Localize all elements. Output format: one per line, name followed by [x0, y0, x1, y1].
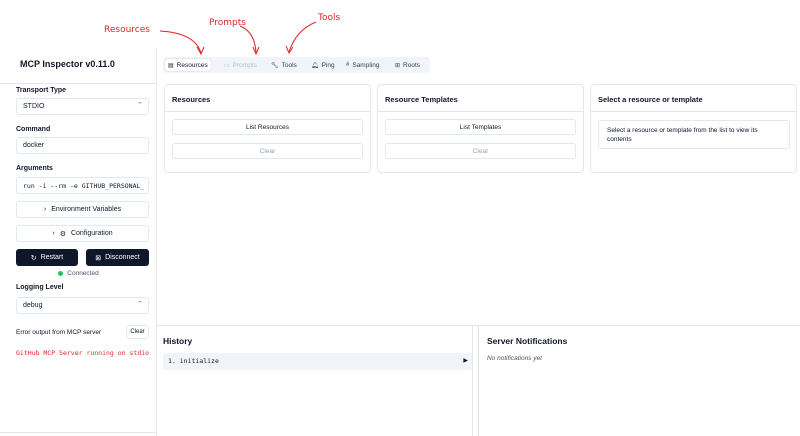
- restart-label: Restart: [40, 254, 64, 261]
- notifications-title: Server Notifications: [487, 336, 568, 346]
- clear-templates-button[interactable]: Clear: [385, 143, 576, 159]
- transport-select[interactable]: STDIO ⌃: [16, 98, 149, 115]
- logging-select[interactable]: debug ⌃: [16, 297, 149, 314]
- detail-message: Select a resource or template from the l…: [598, 120, 790, 149]
- card-divider: [165, 111, 370, 112]
- configuration-button[interactable]: › ⚙ Configuration: [16, 225, 149, 242]
- resources-card: Resources List Resources Clear: [164, 84, 371, 173]
- transport-label: Transport Type: [16, 87, 67, 94]
- history-scrollbar: [472, 325, 473, 436]
- connection-status: Connected: [0, 270, 157, 277]
- resource-templates-card: Resource Templates List Templates Clear: [377, 84, 584, 173]
- card-divider: [591, 111, 796, 112]
- logging-label: Logging Level: [16, 284, 64, 291]
- command-input[interactable]: docker: [16, 137, 149, 154]
- restart-icon: ↻: [30, 254, 37, 262]
- list-resources-button[interactable]: List Resources: [172, 119, 363, 135]
- bell-icon: 🔔︎: [311, 62, 319, 69]
- tab-ping[interactable]: 🔔︎ Ping: [308, 59, 338, 71]
- annotation-resources: Resources: [104, 25, 150, 35]
- tab-prompts[interactable]: ▭ Prompts: [221, 59, 260, 71]
- arguments-label: Arguments: [16, 165, 53, 172]
- chevron-right-icon: ›: [52, 230, 55, 237]
- tab-resources[interactable]: ▤ Resources: [165, 59, 211, 71]
- command-value: docker: [23, 142, 45, 149]
- history-item-label: 1. initialize: [168, 357, 219, 365]
- arguments-value: run -i --rm -e GITHUB_PERSONAL_: [23, 182, 145, 190]
- panel-vertical-divider: [478, 325, 479, 436]
- disconnect-label: Disconnect: [105, 254, 140, 261]
- tab-bar: ▤ Resources ▭ Prompts 🔧︎ Tools 🔔︎ Ping # Samp…: [163, 57, 430, 73]
- sidebar: MCP Inspector v0.11.0 Transport Type STD…: [0, 48, 157, 436]
- gear-icon: ⚙: [59, 230, 66, 238]
- clear-resources-button[interactable]: Clear: [172, 143, 363, 159]
- card-divider: [378, 111, 583, 112]
- annotation-tools: Tools: [318, 13, 341, 23]
- list-templates-button[interactable]: List Templates: [385, 119, 576, 135]
- history-item[interactable]: 1. initialize ▶: [163, 353, 472, 370]
- tab-label: Ping: [321, 61, 335, 69]
- history-title: History: [163, 336, 193, 346]
- error-output-label: Error output from MCP server: [16, 329, 102, 336]
- detail-card-title: Select a resource or template: [598, 95, 703, 104]
- sidebar-divider: [0, 432, 157, 433]
- status-dot-icon: [58, 270, 64, 276]
- disconnect-icon: ⊠: [95, 254, 102, 262]
- config-button-label: Configuration: [70, 230, 113, 237]
- logging-value: debug: [23, 302, 43, 309]
- status-text: Connected: [67, 270, 99, 277]
- environment-variables-button[interactable]: › Environment Variables: [16, 201, 149, 218]
- tab-sampling[interactable]: # Sampling: [343, 59, 382, 71]
- message-icon: ▭: [224, 62, 230, 69]
- resources-icon: ▤: [168, 62, 174, 69]
- chevron-right-icon: ›: [43, 206, 47, 213]
- wrench-icon: 🔧︎: [271, 62, 279, 69]
- error-output-text: GitHub MCP Server running on stdio: [16, 349, 150, 357]
- notifications-empty: No notifications yet: [487, 355, 542, 362]
- tab-tools[interactable]: 🔧︎ Tools: [268, 59, 300, 71]
- tab-label: Sampling: [352, 61, 380, 69]
- transport-value: STDIO: [23, 103, 45, 110]
- app-title: MCP Inspector v0.11.0: [0, 48, 157, 84]
- env-button-label: Environment Variables: [51, 206, 122, 213]
- tab-roots[interactable]: ⊞ Roots: [392, 59, 423, 71]
- chevron-updown-icon: ⌃: [137, 102, 143, 109]
- hash-icon: #: [346, 62, 350, 68]
- folder-tree-icon: ⊞: [395, 62, 401, 69]
- command-label: Command: [16, 126, 51, 133]
- error-clear-button[interactable]: Clear: [126, 325, 149, 339]
- disconnect-button[interactable]: ⊠ Disconnect: [86, 249, 149, 266]
- tab-label: Tools: [281, 61, 297, 69]
- templates-card-title: Resource Templates: [385, 95, 458, 104]
- restart-button[interactable]: ↻ Restart: [16, 249, 78, 266]
- arguments-input[interactable]: run -i --rm -e GITHUB_PERSONAL_: [16, 177, 149, 194]
- resources-card-title: Resources: [172, 95, 211, 104]
- tab-label: Prompts: [232, 61, 257, 69]
- expand-arrow-icon: ▶: [463, 358, 468, 364]
- annotation-prompts: Prompts: [209, 18, 246, 28]
- chevron-updown-icon: ⌃: [137, 301, 143, 308]
- tab-label: Resources: [176, 61, 208, 69]
- tab-label: Roots: [403, 61, 421, 69]
- resource-detail-card: Select a resource or template Select a r…: [590, 84, 797, 173]
